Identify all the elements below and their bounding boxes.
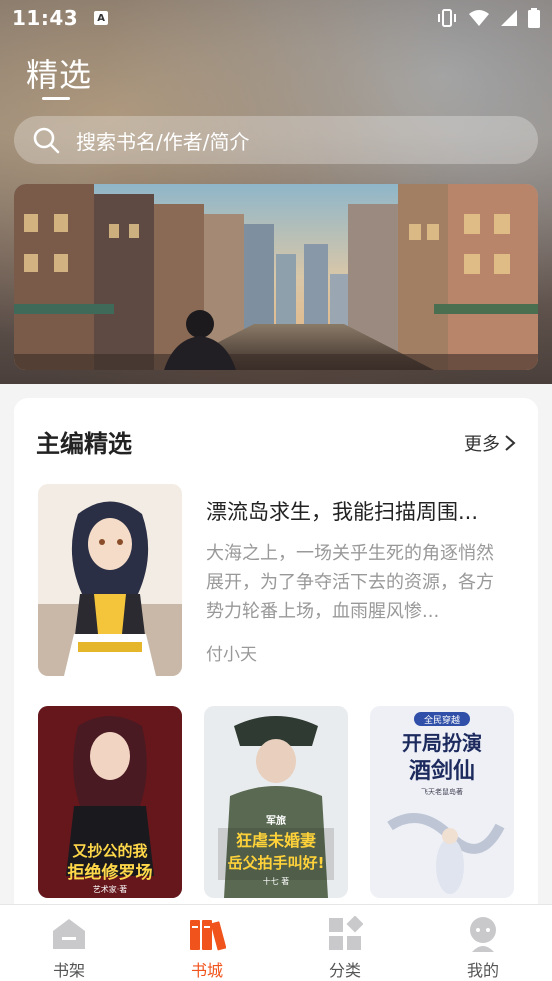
status-time: 11:43 <box>12 6 79 30</box>
book-cover-3-text-a: 开局扮演 <box>402 731 482 755</box>
tab-bookshelf-label: 书架 <box>52 961 85 980</box>
editor-picks-panel: 主编精选 更多 漂流岛求生，我能扫描周围... 大海之上，一场关乎生死的角逐悄然… <box>14 398 538 938</box>
bottom-tab-bar: 书架 书城 分类 我的 <box>0 904 552 981</box>
status-bar: 11:43 A <box>0 0 552 36</box>
banner-image[interactable] <box>14 184 538 370</box>
title-underline <box>42 97 70 100</box>
book-cover-2-text-a: 狂虐未婚妻 <box>236 831 316 850</box>
battery-icon <box>528 8 540 28</box>
featured-book-description: 大海之上，一场关乎生死的角逐悄然展开，为了争夺活下去的资源，各方势力轮番上场，血… <box>206 543 494 622</box>
featured-book-cover[interactable] <box>38 484 182 676</box>
category-icon <box>326 915 364 953</box>
tab-category[interactable]: 分类 <box>276 905 414 981</box>
tab-profile[interactable]: 我的 <box>414 905 552 981</box>
notification-icon: A <box>94 11 109 25</box>
chevron-right-icon <box>505 435 516 451</box>
book-cover-1-text-b: 拒绝修罗场 <box>68 862 153 883</box>
wifi-icon <box>469 10 489 26</box>
bookshelf-icon <box>50 915 88 953</box>
vibrate-icon <box>438 9 456 27</box>
search-placeholder: 搜索书名/作者/简介 <box>76 129 250 154</box>
anime-girl-cover-art <box>38 484 182 676</box>
more-label: 更多 <box>464 434 500 455</box>
signal-icon <box>501 10 517 26</box>
tab-category-label: 分类 <box>328 961 361 980</box>
book-cover-2[interactable]: 军旅 狂虐未婚妻 岳父拍手叫好! 十七 著 <box>204 706 348 898</box>
bookstore-icon <box>188 915 226 953</box>
featured-book-title[interactable]: 漂流岛求生，我能扫描周围... <box>206 496 506 526</box>
book-cover-1-art: 又抄公的我 拒绝修罗场 艺术家·著 <box>38 706 182 898</box>
book-cover-3-tag: 全民穿越 <box>424 714 460 726</box>
more-link[interactable]: 更多 <box>464 430 516 456</box>
book-cover-2-art: 军旅 狂虐未婚妻 岳父拍手叫好! 十七 著 <box>204 706 348 898</box>
book-cover-3-author: 飞天老鼠岛著 <box>421 787 463 796</box>
search-icon <box>33 127 60 154</box>
featured-book-author: 付小天 <box>206 645 257 665</box>
book-cover-2-tag: 军旅 <box>266 814 286 827</box>
tab-bookstore[interactable]: 书城 <box>138 905 276 981</box>
banner-city-illustration <box>14 184 538 370</box>
tab-profile-label: 我的 <box>466 961 499 980</box>
book-cover-3-art: 全民穿越 开局扮演 酒剑仙 飞天老鼠岛著 <box>370 706 514 898</box>
book-cover-1-text-a: 又抄公的我 <box>72 842 147 860</box>
tab-bookshelf[interactable]: 书架 <box>0 905 138 981</box>
book-cover-1-author: 艺术家·著 <box>93 884 128 894</box>
tab-bookstore-label: 书城 <box>190 961 223 980</box>
section-title: 主编精选 <box>36 430 132 458</box>
profile-icon <box>464 915 502 953</box>
book-cover-1[interactable]: 又抄公的我 拒绝修罗场 艺术家·著 <box>38 706 182 898</box>
search-bar[interactable]: 搜索书名/作者/简介 <box>14 116 538 164</box>
book-cover-2-author: 十七 著 <box>263 876 290 886</box>
book-cover-3[interactable]: 全民穿越 开局扮演 酒剑仙 飞天老鼠岛著 <box>370 706 514 898</box>
page-title: 精选 <box>26 56 93 94</box>
book-cover-3-text-b: 酒剑仙 <box>409 758 475 784</box>
status-icons <box>436 8 540 28</box>
book-cover-2-text-b: 岳父拍手叫好! <box>228 854 325 872</box>
